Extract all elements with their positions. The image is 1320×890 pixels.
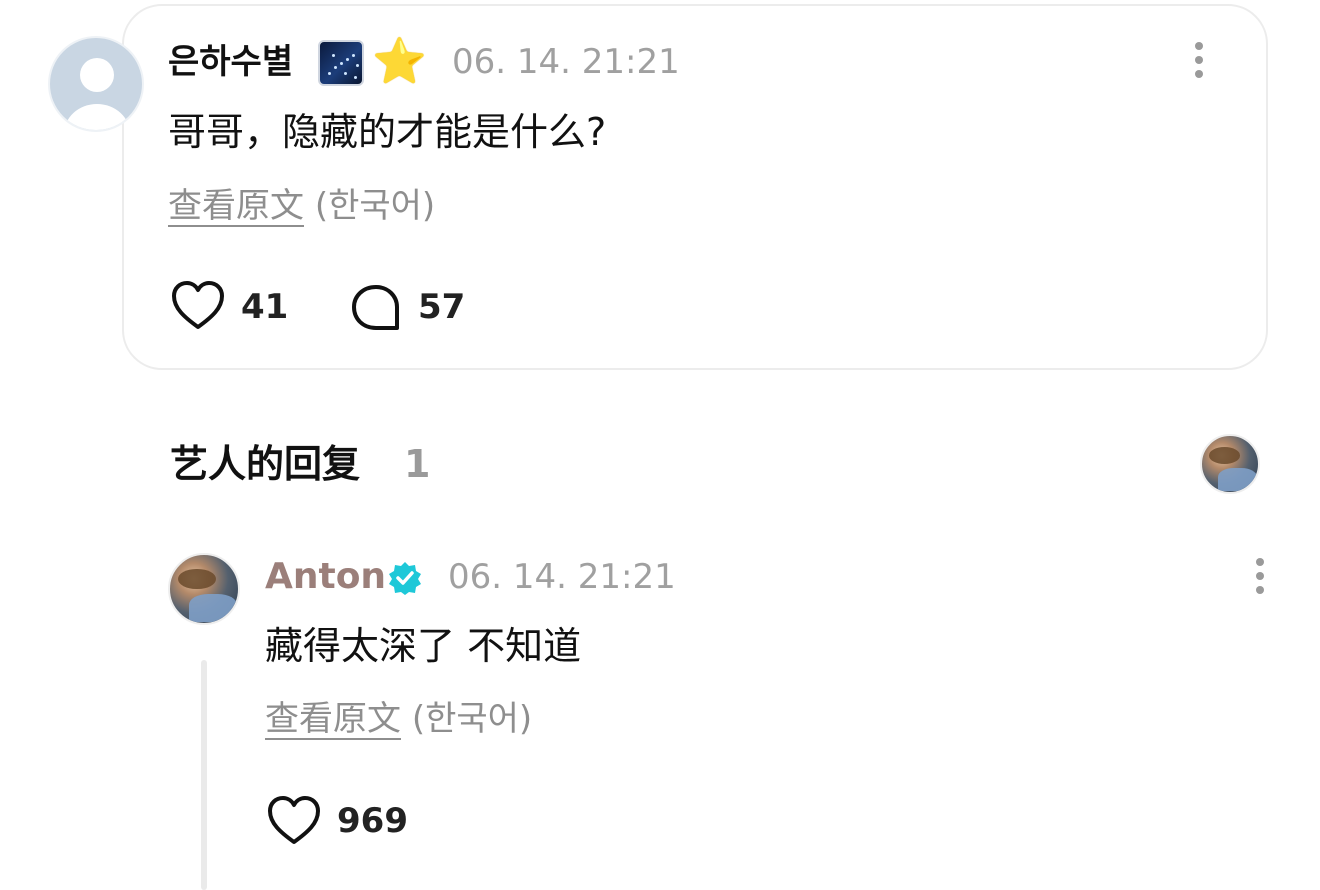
artist-avatar-small[interactable] (1200, 434, 1260, 494)
galaxy-badge-icon (318, 40, 364, 86)
fan-avatar[interactable] (48, 36, 144, 132)
artist-username[interactable]: Anton (265, 553, 386, 601)
original-language-label: (한국어) (411, 699, 533, 739)
fan-reply-count: 57 (418, 287, 466, 327)
artist-like-count: 969 (337, 801, 408, 841)
verified-check-icon (387, 560, 423, 596)
heart-outline-icon (172, 281, 224, 329)
view-original-link[interactable]: 查看原文 (168, 186, 304, 226)
artist-reply-count: 1 (404, 442, 431, 486)
fan-comment-text: 哥哥，隐藏的才能是什么? (168, 110, 607, 154)
artist-reply-translate: 查看原文 (한국어) (265, 695, 532, 743)
fan-comment-translate: 查看原文 (한국어) (168, 182, 435, 230)
artist-reply-more-icon[interactable] (1254, 558, 1266, 598)
view-original-link[interactable]: 查看原文 (265, 699, 401, 739)
star-badge-icon: ⭐ (372, 36, 427, 87)
artist-reply-text: 藏得太深了 不知道 (265, 624, 582, 668)
fan-username[interactable]: 은하수별 (168, 38, 293, 86)
artist-reply-section-title: 艺人的回复 (170, 442, 361, 486)
artist-reply-timestamp: 06. 14. 21:21 (448, 557, 676, 597)
fan-like-count: 41 (241, 287, 289, 327)
fan-comment-more-icon[interactable] (1193, 42, 1205, 82)
original-language-label: (한국어) (314, 186, 436, 226)
fan-comment-timestamp: 06. 14. 21:21 (452, 42, 680, 82)
fan-reply-button[interactable] (350, 283, 402, 333)
artist-like-button[interactable] (266, 795, 322, 847)
reply-thread-line (201, 660, 207, 890)
heart-outline-icon (268, 796, 320, 844)
fan-like-button[interactable] (170, 280, 226, 332)
speech-bubble-icon (352, 285, 399, 330)
artist-avatar[interactable] (168, 553, 240, 625)
